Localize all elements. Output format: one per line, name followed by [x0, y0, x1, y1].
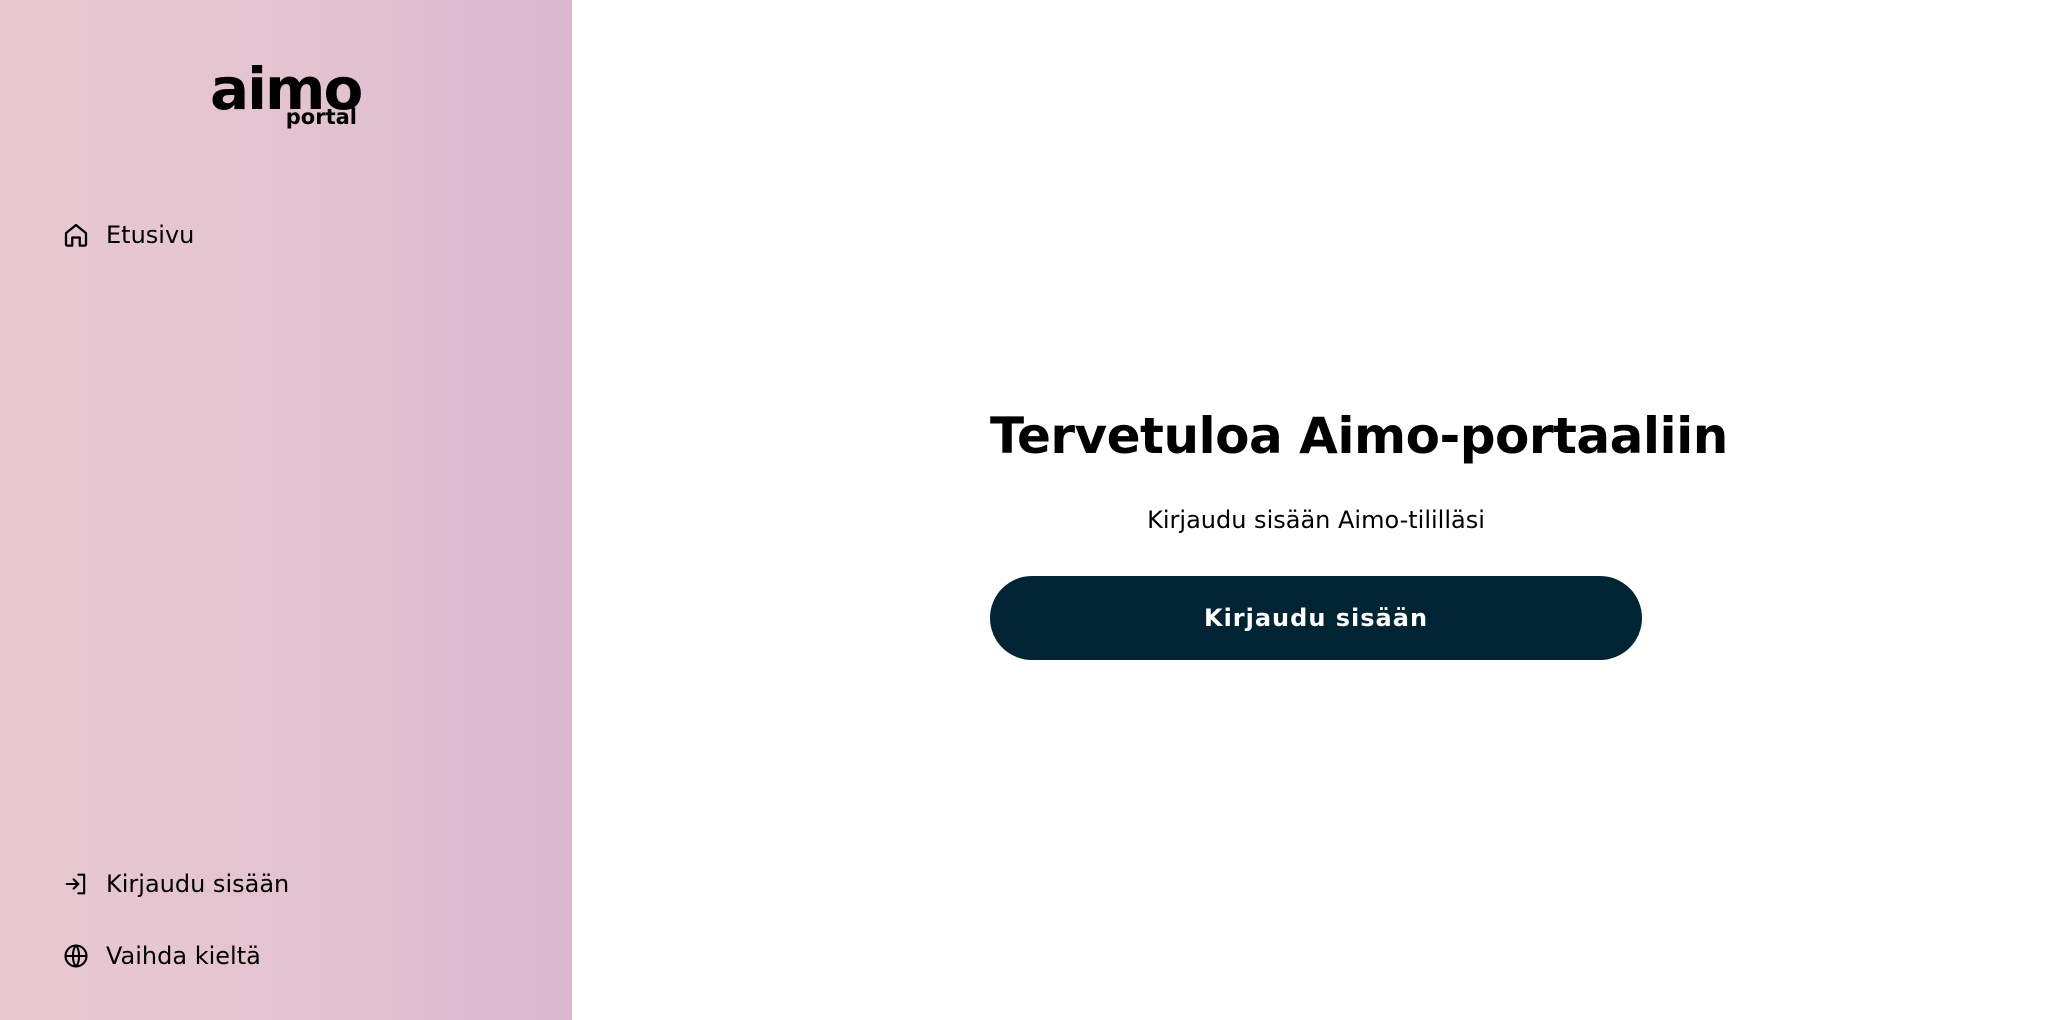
- sidebar-item-label: Vaihda kieltä: [106, 942, 261, 970]
- sidebar-item-etusivu[interactable]: Etusivu: [60, 219, 194, 251]
- page-subtitle: Kirjaudu sisään Aimo-tililläsi: [1147, 506, 1485, 534]
- home-icon: [60, 219, 92, 251]
- sidebar-item-kirjaudu-sisaan[interactable]: Kirjaudu sisään: [60, 868, 289, 900]
- welcome-panel: Tervetuloa Aimo-portaaliin Kirjaudu sisä…: [990, 400, 1728, 660]
- sidebar: aimo portal Etusivu Kirjaudu sisään Vaih…: [0, 0, 572, 1020]
- aimo-portal-logo[interactable]: aimo portal: [210, 60, 363, 132]
- globe-icon: [60, 940, 92, 972]
- login-button[interactable]: Kirjaudu sisään: [990, 576, 1642, 660]
- main-content: Tervetuloa Aimo-portaaliin Kirjaudu sisä…: [572, 0, 2048, 1020]
- logo-subtitle: portal: [285, 105, 357, 129]
- sidebar-item-label: Etusivu: [106, 221, 195, 249]
- page-title: Tervetuloa Aimo-portaaliin: [990, 407, 1728, 465]
- sidebar-item-label: Kirjaudu sisään: [106, 870, 290, 898]
- app-root: aimo portal Etusivu Kirjaudu sisään Vaih…: [0, 0, 2048, 1020]
- sidebar-item-vaihda-kielta[interactable]: Vaihda kieltä: [60, 940, 261, 972]
- login-icon: [60, 868, 92, 900]
